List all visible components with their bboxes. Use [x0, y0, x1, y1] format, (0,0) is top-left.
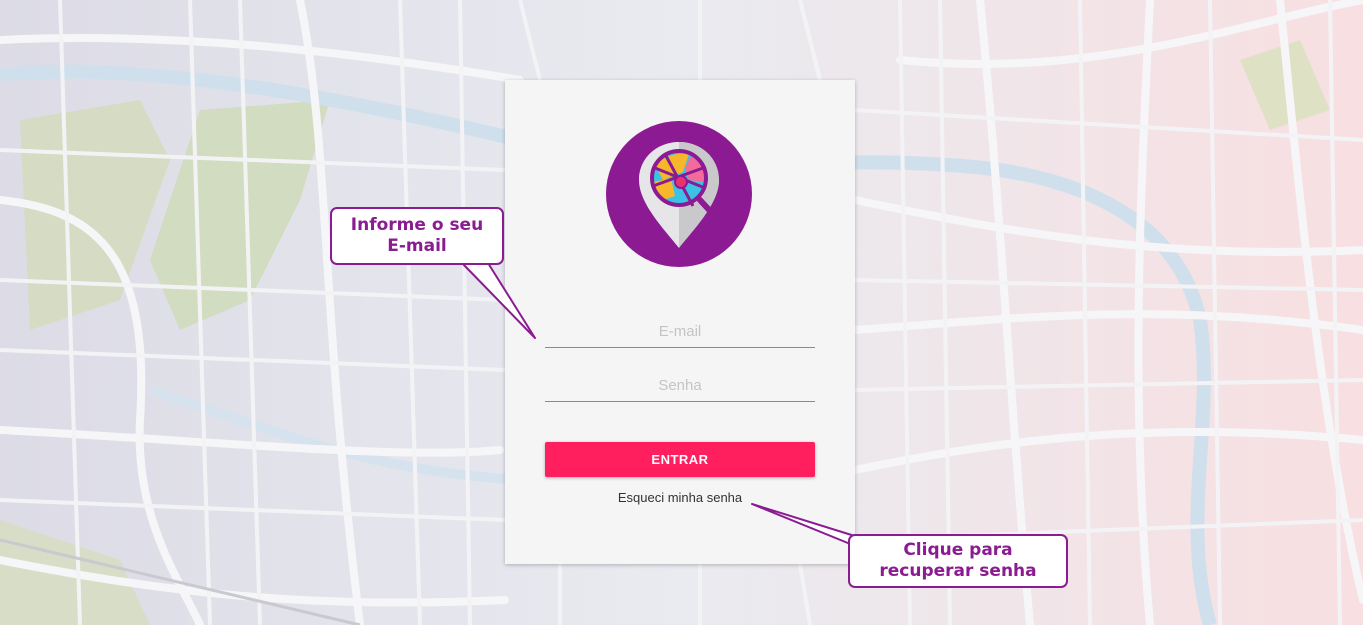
forgot-password-link[interactable]: Esqueci minha senha [505, 490, 855, 505]
email-hint-callout: Informe o seu E-mail [330, 207, 504, 265]
login-button[interactable]: ENTRAR [545, 442, 815, 477]
recover-hint-text: Clique para recuperar senha [879, 540, 1037, 581]
map-pin-globe-icon [606, 121, 752, 267]
email-hint-text: Informe o seu E-mail [350, 215, 484, 256]
password-input[interactable] [545, 369, 815, 402]
email-input[interactable] [545, 315, 815, 348]
login-card: ENTRAR Esqueci minha senha [505, 80, 855, 564]
recover-hint-callout: Clique para recuperar senha [848, 534, 1068, 588]
